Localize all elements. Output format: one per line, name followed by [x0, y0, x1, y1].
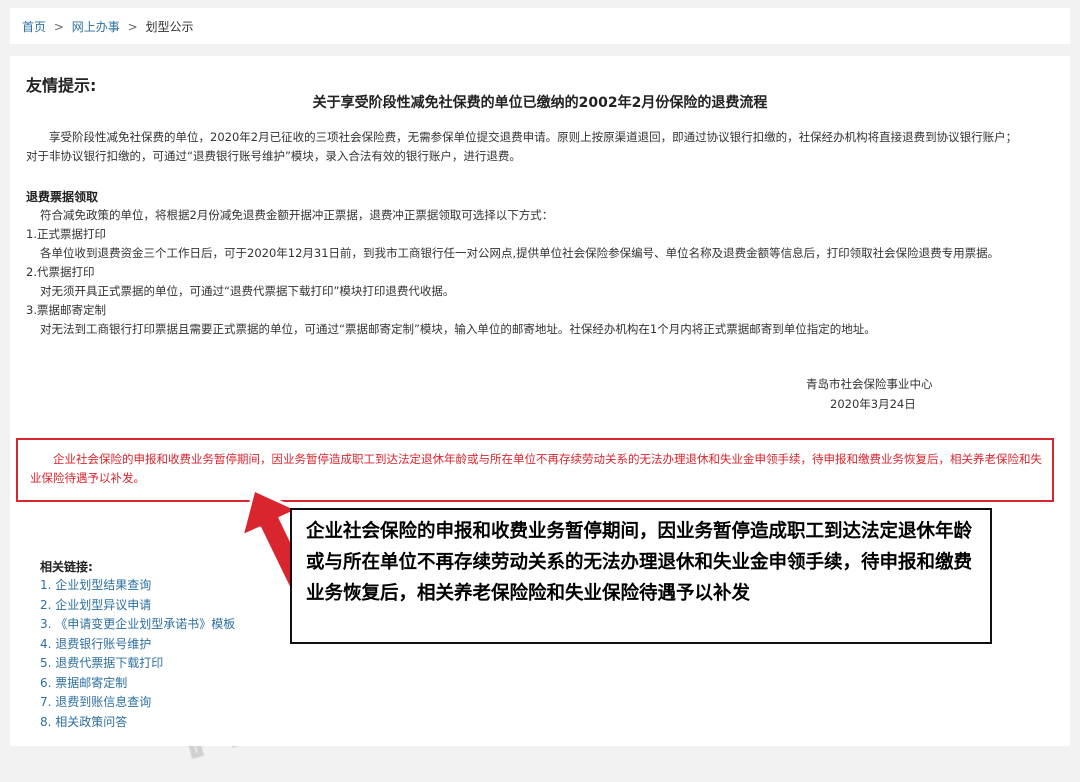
related-links-list: 1. 企业划型结果查询 2. 企业划型异议申请 3. 《申请变更企业划型承诺书》…	[40, 576, 235, 732]
signature-date: 2020年3月24日	[830, 397, 916, 411]
related-link[interactable]: 8. 相关政策问答	[40, 713, 235, 733]
callout-text: 企业社会保险的申报和收费业务暂停期间，因业务暂停造成职工到达法定退休年龄或与所在…	[306, 521, 973, 604]
related-link[interactable]: 3. 《申请变更企业划型承诺书》模板	[40, 615, 235, 635]
related-link[interactable]: 7. 退费到账信息查询	[40, 693, 235, 713]
section-heading: 退费票据领取	[26, 190, 99, 204]
notice-box: 企业社会保险的申报和收费业务暂停期间，因业务暂停造成职工到达法定退休年龄或与所在…	[16, 438, 1054, 502]
breadcrumb-home-link[interactable]: 首页	[22, 20, 46, 34]
related-link[interactable]: 6. 票据邮寄定制	[40, 674, 235, 694]
notice-text: 企业社会保险的申报和收费业务暂停期间，因业务暂停造成职工到达法定退休年龄或与所在…	[30, 452, 1042, 485]
breadcrumb: 首页 > 网上办事 > 划型公示	[10, 8, 1070, 44]
intro-paragraph: 享受阶段性减免社保费的单位，2020年2月已征收的三项社会保险费，无需参保单位提…	[26, 128, 1056, 166]
section-line: 对无法到工商银行打印票据且需要正式票据的单位，可通过“票据邮寄定制”模块，输入单…	[40, 322, 876, 336]
related-link[interactable]: 4. 退费银行账号维护	[40, 635, 235, 655]
related-link[interactable]: 5. 退费代票据下载打印	[40, 654, 235, 674]
breadcrumb-separator: >	[53, 20, 64, 34]
related-links-title: 相关链接:	[40, 560, 93, 574]
section-line: 3.票据邮寄定制	[26, 303, 106, 317]
intro-line: 对于非协议银行扣缴的，可通过“退费银行账号维护”模块，录入合法有效的银行账户，进…	[26, 149, 521, 163]
section-line: 1.正式票据打印	[26, 227, 106, 241]
annotation-callout: 企业社会保险的申报和收费业务暂停期间，因业务暂停造成职工到达法定退休年龄或与所在…	[290, 508, 992, 644]
section-line: 2.代票据打印	[26, 265, 95, 279]
breadcrumb-online-link[interactable]: 网上办事	[72, 20, 120, 34]
intro-line: 享受阶段性减免社保费的单位，2020年2月已征收的三项社会保险费，无需参保单位提…	[49, 130, 1018, 144]
related-link[interactable]: 1. 企业划型结果查询	[40, 576, 235, 596]
breadcrumb-current: 划型公示	[145, 20, 194, 34]
section-line: 对无须开具正式票据的单位，可通过“退费代票据下载打印”模块打印退费代收据。	[40, 284, 455, 298]
related-link[interactable]: 2. 企业划型异议申请	[40, 596, 235, 616]
signature-org: 青岛市社会保险事业中心	[806, 377, 933, 391]
section-line: 各单位收到退费资金三个工作日后，可于2020年12月31日前，到我市工商银行任一…	[40, 246, 1000, 260]
breadcrumb-separator: >	[127, 20, 138, 34]
document-title: 关于享受阶段性减免社保费的单位已缴纳的2002年2月份保险的退费流程	[312, 95, 768, 111]
section-line: 符合减免政策的单位，将根据2月份减免退费金额开据冲正票据，退费冲正票据领取可选择…	[40, 208, 554, 222]
